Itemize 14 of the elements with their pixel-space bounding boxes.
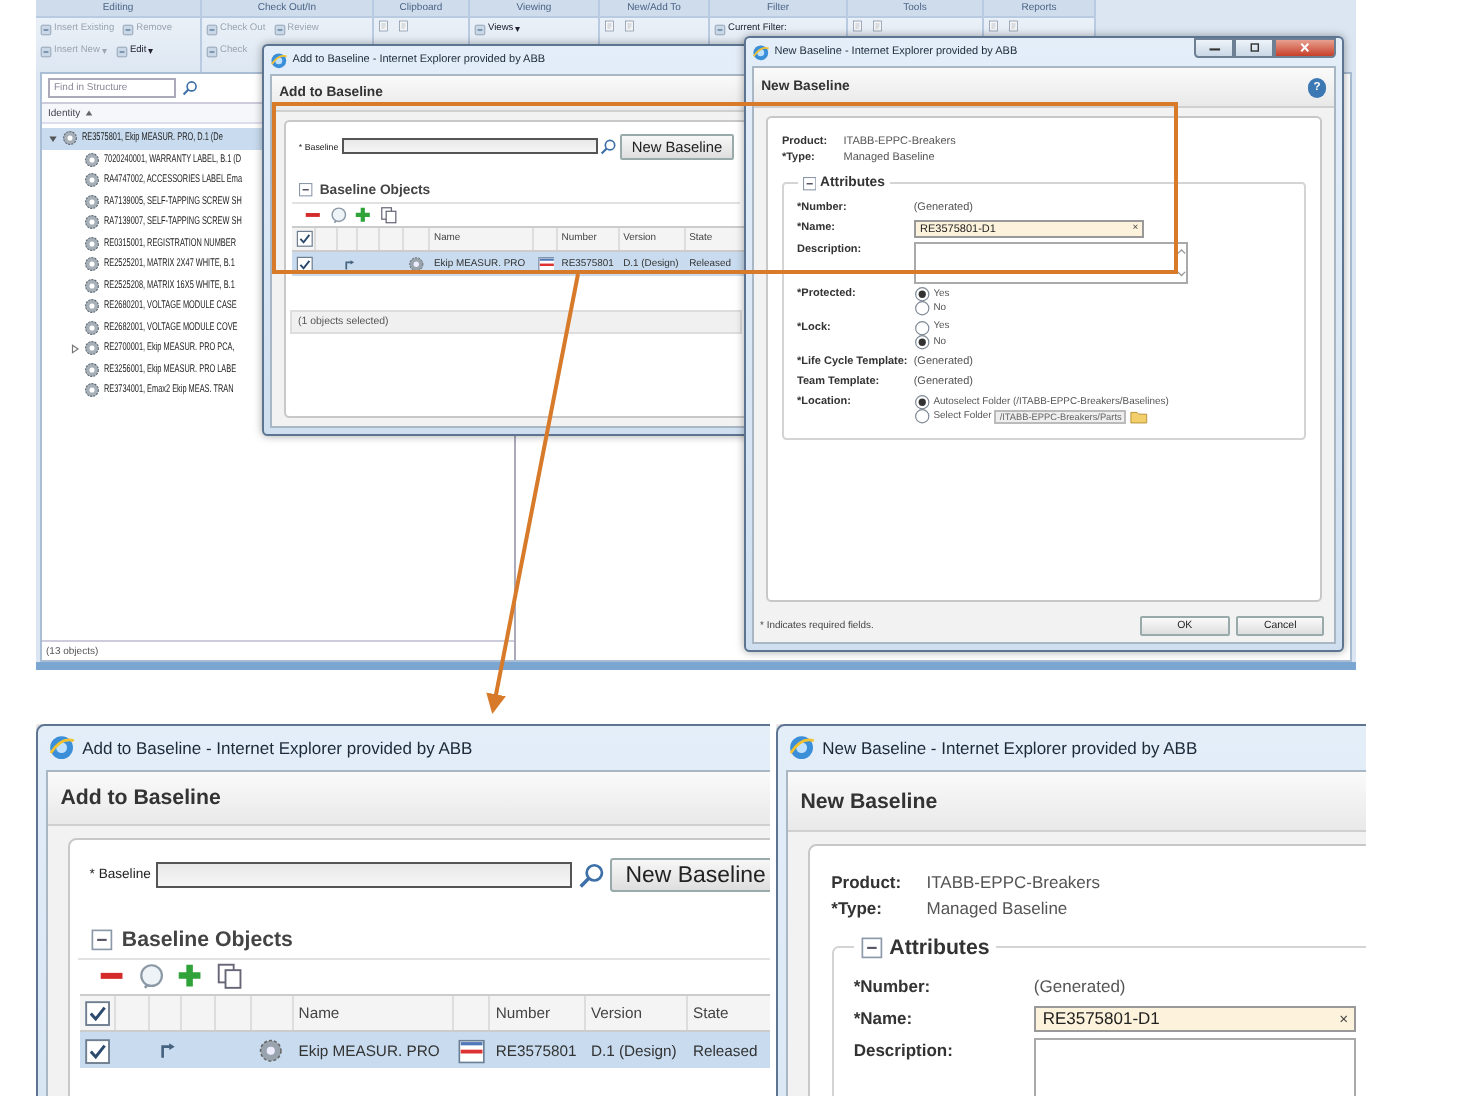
field-label: *Type:: [831, 897, 884, 918]
field-label: *Name:: [853, 1005, 915, 1032]
window-title: New Baseline - Internet Explorer provided by ABB: [822, 738, 1198, 759]
field-label: *Number:: [853, 974, 933, 1000]
field-label: Description:: [853, 1037, 955, 1063]
dialog-heading: New Baseline: [800, 789, 938, 814]
field-value: Managed Baseline: [926, 897, 1068, 918]
field-label: Product:: [831, 872, 904, 893]
dialog-heading: Add to Baseline: [60, 785, 221, 810]
field-value: (Generated): [1033, 974, 1128, 1000]
field-value: ITABB-EPPC-Breakers: [926, 872, 1100, 893]
section-title: Baseline Objects: [121, 928, 293, 953]
window-title: Add to Baseline - Internet Explorer provided by ABB: [82, 738, 473, 759]
section-title: Attributes: [889, 935, 990, 960]
